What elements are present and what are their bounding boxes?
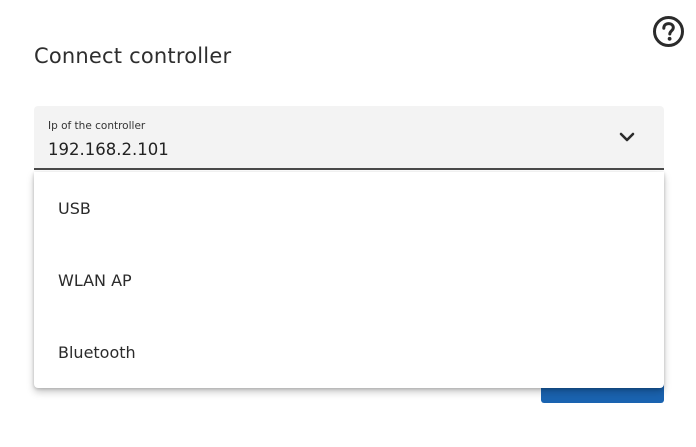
- menu-item-bluetooth[interactable]: Bluetooth: [34, 316, 664, 388]
- menu-item-wlan-ap[interactable]: WLAN AP: [34, 244, 664, 316]
- controller-options-menu: USB WLAN AP Bluetooth: [34, 172, 664, 388]
- controller-ip-label: Ip of the controller: [48, 120, 146, 132]
- help-icon[interactable]: [652, 15, 685, 48]
- controller-ip-value: 192.168.2.101: [48, 140, 169, 159]
- menu-item-usb[interactable]: USB: [34, 172, 664, 244]
- chevron-down-icon[interactable]: [618, 130, 636, 144]
- dialog-title: Connect controller: [34, 44, 232, 68]
- controller-ip-select[interactable]: Ip of the controller 192.168.2.101: [34, 106, 664, 170]
